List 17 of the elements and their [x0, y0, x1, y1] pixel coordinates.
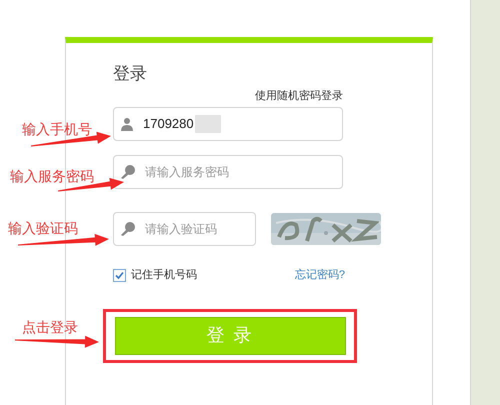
forgot-password-link[interactable]: 忘记密码? — [294, 267, 345, 284]
remember-checkbox[interactable] — [113, 268, 126, 282]
annotation-label: 点击登录 — [22, 318, 78, 336]
remember-label: 记住手机号码 — [131, 268, 197, 283]
phone-number: 1709280 — [143, 115, 194, 134]
key-icon — [120, 221, 136, 237]
random-password-login-link[interactable]: 使用随机密码登录 — [255, 89, 343, 103]
user-icon — [120, 117, 134, 131]
key-icon — [120, 164, 136, 180]
phone-field[interactable]: 1709280 — [113, 107, 343, 141]
login-title: 登录 — [113, 63, 147, 85]
annotation-label: 输入服务密码 — [10, 167, 94, 185]
captcha-field[interactable]: 请输入验证码 — [113, 212, 256, 246]
password-field[interactable]: 请输入服务密码 — [113, 155, 343, 189]
annotation-label: 输入验证码 — [8, 219, 78, 237]
blur-patch — [194, 115, 221, 133]
annotation-label: 输入手机号 — [22, 120, 92, 138]
